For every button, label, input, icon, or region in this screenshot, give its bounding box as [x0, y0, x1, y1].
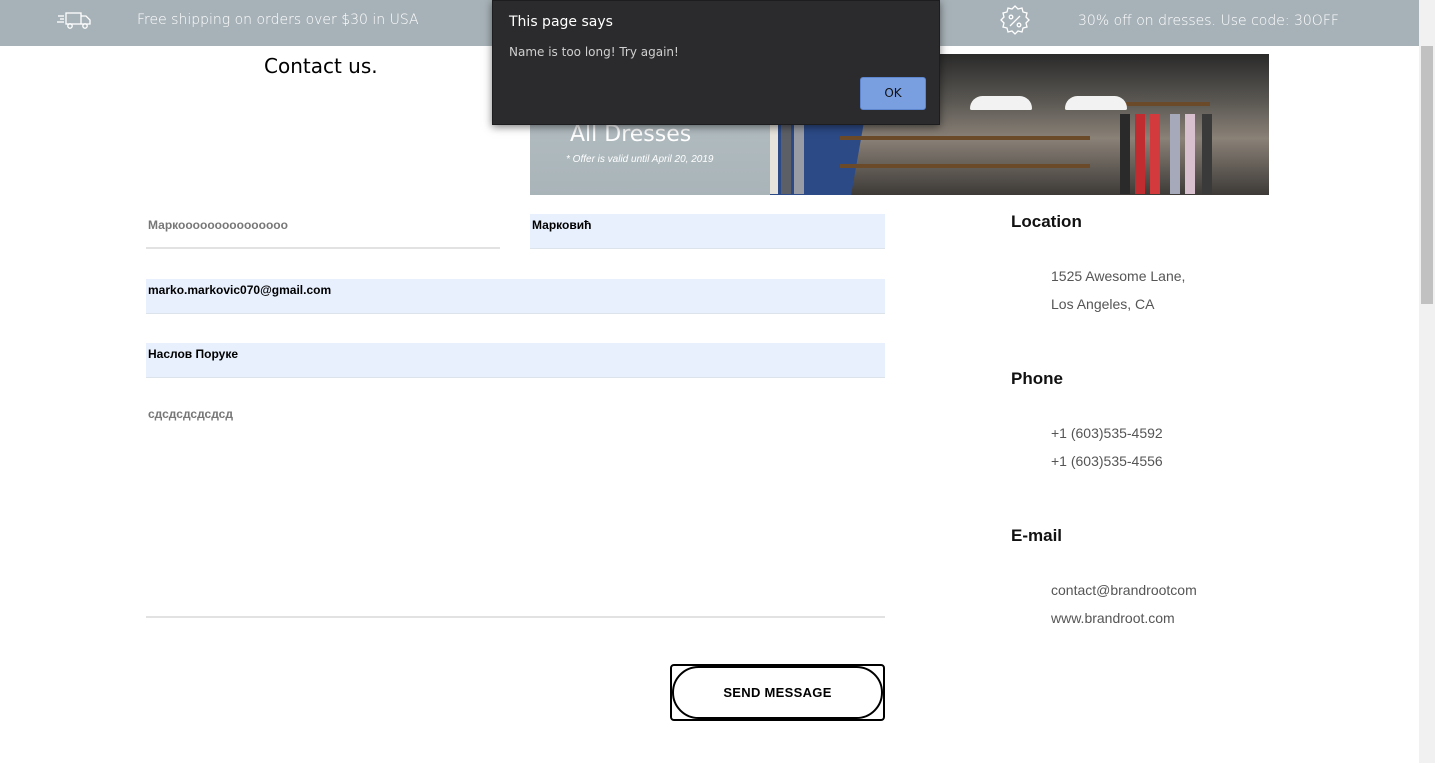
alert-title: This page says [509, 14, 613, 30]
address-line-2: Los Angeles, CA [1051, 296, 1155, 312]
phone-heading: Phone [1011, 369, 1063, 388]
first-name-value: Маркооооооооооооооо [148, 218, 288, 232]
percent-badge-icon [1000, 5, 1030, 35]
address-line-1: 1525 Awesome Lane, [1051, 268, 1186, 284]
location-heading: Location [1011, 212, 1082, 231]
alert-dialog: This page says Name is too long! Try aga… [492, 0, 940, 125]
send-message-button[interactable]: SEND MESSAGE [670, 664, 885, 721]
message-value: сдсдсдсдсдсд [148, 407, 233, 421]
email-heading: E-mail [1011, 526, 1063, 545]
last-name-value: Марковић [532, 218, 592, 232]
phone-number-1: +1 (603)535-4592 [1051, 425, 1163, 441]
send-message-label: SEND MESSAGE [723, 685, 832, 700]
banner-offer-note: * Offer is valid until April 20, 2019 [566, 154, 714, 165]
alert-ok-button[interactable]: OK [860, 77, 926, 110]
delivery-truck-icon [57, 12, 91, 29]
email-value: marko.markovic070@gmail.com [148, 283, 332, 297]
phone-number-2: +1 (603)535-4556 [1051, 453, 1163, 469]
shipping-promo-text: Free shipping on orders over $30 in USA [137, 12, 419, 28]
first-name-input[interactable]: Маркооооооооооооооо [146, 214, 500, 249]
subject-input[interactable]: Наслов Поруке [146, 343, 885, 378]
banner-headline: All Dresses [570, 122, 692, 147]
alert-message: Name is too long! Try again! [509, 45, 679, 59]
page-title: Contact us. [264, 54, 378, 78]
last-name-input[interactable]: Марковић [530, 214, 885, 249]
subject-value: Наслов Поруке [148, 347, 238, 361]
scrollbar-thumb[interactable] [1421, 46, 1433, 304]
contact-email: contact@brandrootcom [1051, 582, 1197, 598]
email-input[interactable]: marko.markovic070@gmail.com [146, 279, 885, 314]
page-scrollbar[interactable] [1419, 0, 1435, 763]
discount-promo-text: 30% off on dresses. Use code: 30OFF [1078, 13, 1339, 29]
message-textarea[interactable]: сдсдсдсдсдсд [146, 403, 885, 618]
website-link: www.brandroot.com [1051, 610, 1175, 626]
